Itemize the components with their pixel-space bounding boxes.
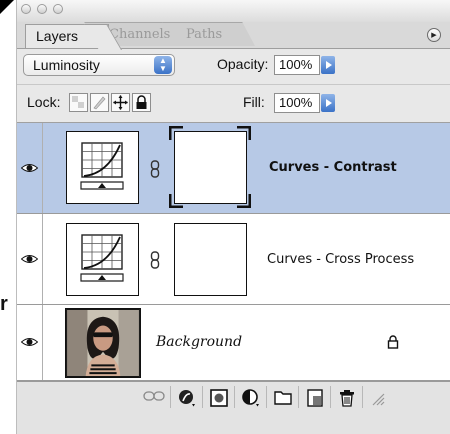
mask-selected-brackets bbox=[169, 126, 251, 208]
add-mask-button[interactable] bbox=[203, 386, 235, 408]
layer-mask-thumbnail[interactable] bbox=[174, 223, 247, 296]
layer-name: Background bbox=[156, 334, 243, 350]
layers-footer-toolbar bbox=[17, 381, 450, 434]
curves-adjustment-icon bbox=[66, 131, 139, 204]
visibility-toggle[interactable] bbox=[17, 214, 43, 304]
visibility-toggle[interactable] bbox=[17, 305, 43, 380]
layer-locked-icon bbox=[387, 335, 399, 349]
lock-transparency-icon[interactable] bbox=[69, 93, 88, 112]
layer-style-icon bbox=[178, 390, 195, 407]
link-layers-button[interactable] bbox=[137, 386, 171, 408]
resize-grip-icon[interactable] bbox=[367, 388, 385, 406]
visibility-toggle[interactable] bbox=[17, 123, 43, 213]
chain-link-icon[interactable] bbox=[150, 160, 160, 178]
tab-bar: Channels Paths Layers ▶ bbox=[17, 22, 450, 49]
eye-icon bbox=[21, 338, 38, 346]
layers-palette: Channels Paths Layers ▶ Luminosity ▲ ▼ Op… bbox=[16, 0, 450, 434]
folder-icon bbox=[273, 391, 292, 405]
layer-row-background[interactable]: Background bbox=[17, 305, 450, 381]
layers-list: Curves - Contrast Curves - Cross Process… bbox=[17, 123, 450, 381]
new-layer-button[interactable] bbox=[299, 386, 331, 408]
eye-icon bbox=[21, 164, 38, 172]
chain-link-icon[interactable] bbox=[150, 251, 160, 269]
opacity-slider-arrow-icon[interactable] bbox=[321, 56, 335, 74]
adjustment-layer-icon bbox=[241, 389, 259, 407]
lock-row: Lock: Fill: 100% bbox=[17, 84, 450, 123]
lock-label: Lock: bbox=[27, 94, 61, 110]
close-button[interactable] bbox=[21, 4, 31, 14]
lock-all-icon[interactable] bbox=[132, 93, 151, 112]
curves-adjustment-icon bbox=[66, 223, 139, 296]
mask-icon bbox=[209, 389, 228, 407]
fill-label: Fill: bbox=[243, 94, 265, 110]
layer-row-curves-contrast[interactable]: Curves - Contrast bbox=[17, 123, 450, 214]
fill-slider-arrow-icon[interactable] bbox=[321, 94, 335, 112]
layer-name: Curves - Contrast bbox=[269, 160, 397, 175]
add-layer-style-button[interactable] bbox=[171, 386, 203, 408]
link-icon bbox=[142, 391, 165, 401]
blend-options-row: Luminosity ▲ ▼ Opacity: 100% bbox=[17, 49, 450, 83]
stray-text: r bbox=[0, 293, 8, 315]
blend-mode-select[interactable]: Luminosity ▲ ▼ bbox=[23, 54, 175, 76]
flyout-menu-icon[interactable]: ▶ bbox=[427, 28, 441, 42]
window-corner bbox=[0, 0, 14, 14]
background-photo-thumbnail bbox=[65, 308, 141, 378]
zoom-button[interactable] bbox=[53, 4, 63, 14]
layer-row-curves-cross-process[interactable]: Curves - Cross Process bbox=[17, 214, 450, 305]
delete-layer-button[interactable] bbox=[331, 386, 363, 408]
fill-field[interactable]: 100% bbox=[274, 93, 320, 113]
minimize-button[interactable] bbox=[37, 4, 47, 14]
trash-icon bbox=[339, 390, 354, 407]
opacity-field[interactable]: 100% bbox=[274, 55, 320, 75]
new-layer-icon bbox=[306, 389, 323, 407]
select-arrows-icon: ▲ ▼ bbox=[154, 56, 172, 74]
lock-position-icon[interactable] bbox=[111, 93, 130, 112]
lock-image-pixels-icon[interactable] bbox=[90, 93, 109, 112]
new-group-button[interactable] bbox=[267, 386, 299, 408]
new-adjustment-layer-button[interactable] bbox=[235, 386, 267, 408]
blend-mode-value: Luminosity bbox=[33, 57, 100, 73]
layer-name: Curves - Cross Process bbox=[267, 252, 415, 267]
title-bar[interactable] bbox=[17, 0, 450, 23]
tab-layers[interactable]: Layers bbox=[25, 24, 109, 48]
eye-icon bbox=[21, 255, 38, 263]
tab-paths[interactable]: Paths bbox=[172, 24, 270, 47]
opacity-label: Opacity: bbox=[217, 56, 269, 72]
